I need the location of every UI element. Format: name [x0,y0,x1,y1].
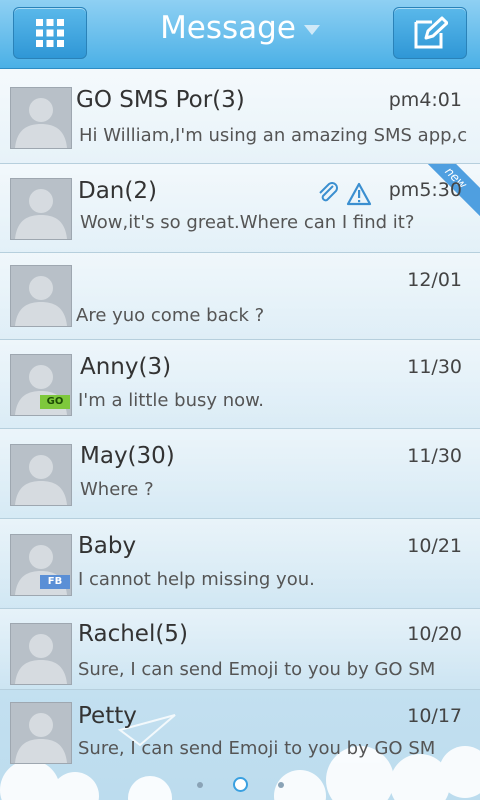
conversation-row[interactable]: new Dan(2) pm5:30 Wow,it's so great.Wher… [0,164,480,253]
dropdown-arrow-icon [303,24,320,35]
message-time: pm5:30 [388,179,462,201]
conversation-row[interactable]: Petty 10/17 Sure, I can send Emoji to yo… [0,690,480,770]
message-time: 10/21 [407,535,462,557]
fb-badge: FB [40,575,70,589]
message-time: 11/30 [407,445,462,467]
status-icons [317,182,372,210]
warning-icon [346,182,372,206]
conversation-row[interactable]: GO SMS Por(3) pm4:01 Hi William,I'm usin… [0,69,480,164]
contact-name: Rachel(5) [78,621,188,647]
message-time: 10/20 [407,623,462,645]
conversation-row[interactable]: Rachel(5) 10/20 Sure, I can send Emoji t… [0,609,480,690]
message-time: 12/01 [407,269,462,291]
message-snippet: Sure, I can send Emoji to you by GO SM [78,738,436,759]
avatar [10,178,72,240]
message-snippet: I cannot help missing you. [78,569,315,590]
contact-name: Petty [78,703,137,729]
message-snippet: I'm a little busy now. [78,390,264,411]
avatar [10,444,72,506]
message-list[interactable]: GO SMS Por(3) pm4:01 Hi William,I'm usin… [0,69,480,800]
avatar [10,265,72,327]
person-icon [15,98,67,148]
contact-name: Baby [78,533,137,559]
message-snippet: Hi William,I'm using an amazing SMS app,… [79,125,468,146]
page-indicator [0,774,480,793]
page-dot-active[interactable] [232,777,248,792]
message-snippet: Wow,it's so great.Where can I find it? [80,212,415,233]
contact-name: Anny(3) [80,354,172,380]
page-title: Message [160,10,296,46]
conversation-row[interactable]: May(30) 11/30 Where ? [0,429,480,519]
avatar [10,702,72,764]
page-dot[interactable] [196,781,203,788]
message-snippet: Sure, I can send Emoji to you by GO SM [78,659,436,680]
paperclip-icon [319,182,338,202]
conversation-row[interactable]: GO Anny(3) 11/30 I'm a little busy now. [0,340,480,429]
message-snippet: Where ? [80,479,154,500]
app-header: Message [0,0,480,69]
go-badge: GO [40,395,70,409]
compose-button[interactable] [393,7,467,59]
message-snippet: Are yuo come back ? [76,305,265,326]
person-icon [15,276,67,326]
avatar [10,87,72,149]
message-time: 11/30 [407,356,462,378]
contact-name: GO SMS Por(3) [76,87,245,113]
contact-name: May(30) [80,443,175,469]
contact-name: Dan(2) [78,178,157,204]
conversation-row[interactable]: FB Baby 10/21 I cannot help missing you. [0,519,480,609]
compose-icon [414,16,448,49]
page-dot[interactable] [277,781,284,788]
person-icon [15,189,67,239]
conversation-row[interactable]: 12/01 Are yuo come back ? [0,253,480,340]
person-icon [15,455,67,505]
message-time: pm4:01 [388,89,462,111]
avatar [10,623,72,685]
person-icon [15,713,67,763]
person-icon [15,634,67,684]
message-time: 10/17 [407,705,462,727]
